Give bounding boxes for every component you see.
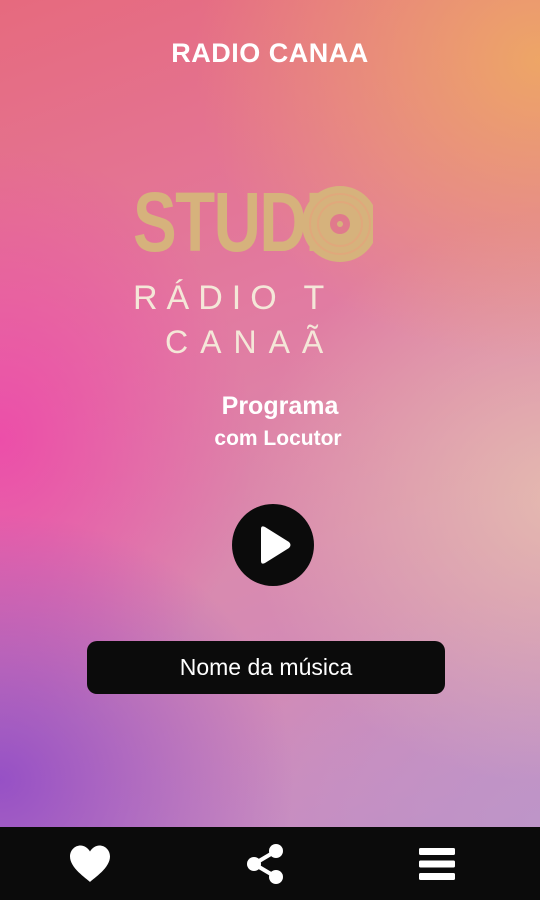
menu-icon bbox=[419, 847, 455, 880]
vinyl-disc-icon bbox=[302, 186, 373, 262]
station-logo: STUDIO RÁDIO T CANAÃ bbox=[133, 180, 373, 360]
program-title: Programa bbox=[221, 392, 339, 420]
song-name: Nome da música bbox=[179, 654, 353, 680]
logo-canaa-text: CANAÃ bbox=[165, 324, 336, 360]
share-icon bbox=[247, 843, 283, 884]
heart-icon bbox=[70, 845, 110, 882]
radio-player-screen: RADIO CANAA STUDIO RÁDIO T CANAÃ Program… bbox=[0, 0, 540, 900]
bottom-navigation bbox=[0, 827, 540, 900]
program-host: com Locutor bbox=[214, 427, 342, 450]
favorite-button[interactable] bbox=[45, 827, 135, 900]
menu-button[interactable] bbox=[392, 827, 482, 900]
play-button[interactable] bbox=[232, 504, 314, 586]
share-button[interactable] bbox=[220, 827, 310, 900]
app-title: RADIO CANAA bbox=[171, 38, 369, 68]
song-name-bar: Nome da música bbox=[87, 641, 445, 694]
logo-radio-text: RÁDIO T bbox=[133, 279, 334, 317]
play-icon bbox=[261, 526, 291, 564]
